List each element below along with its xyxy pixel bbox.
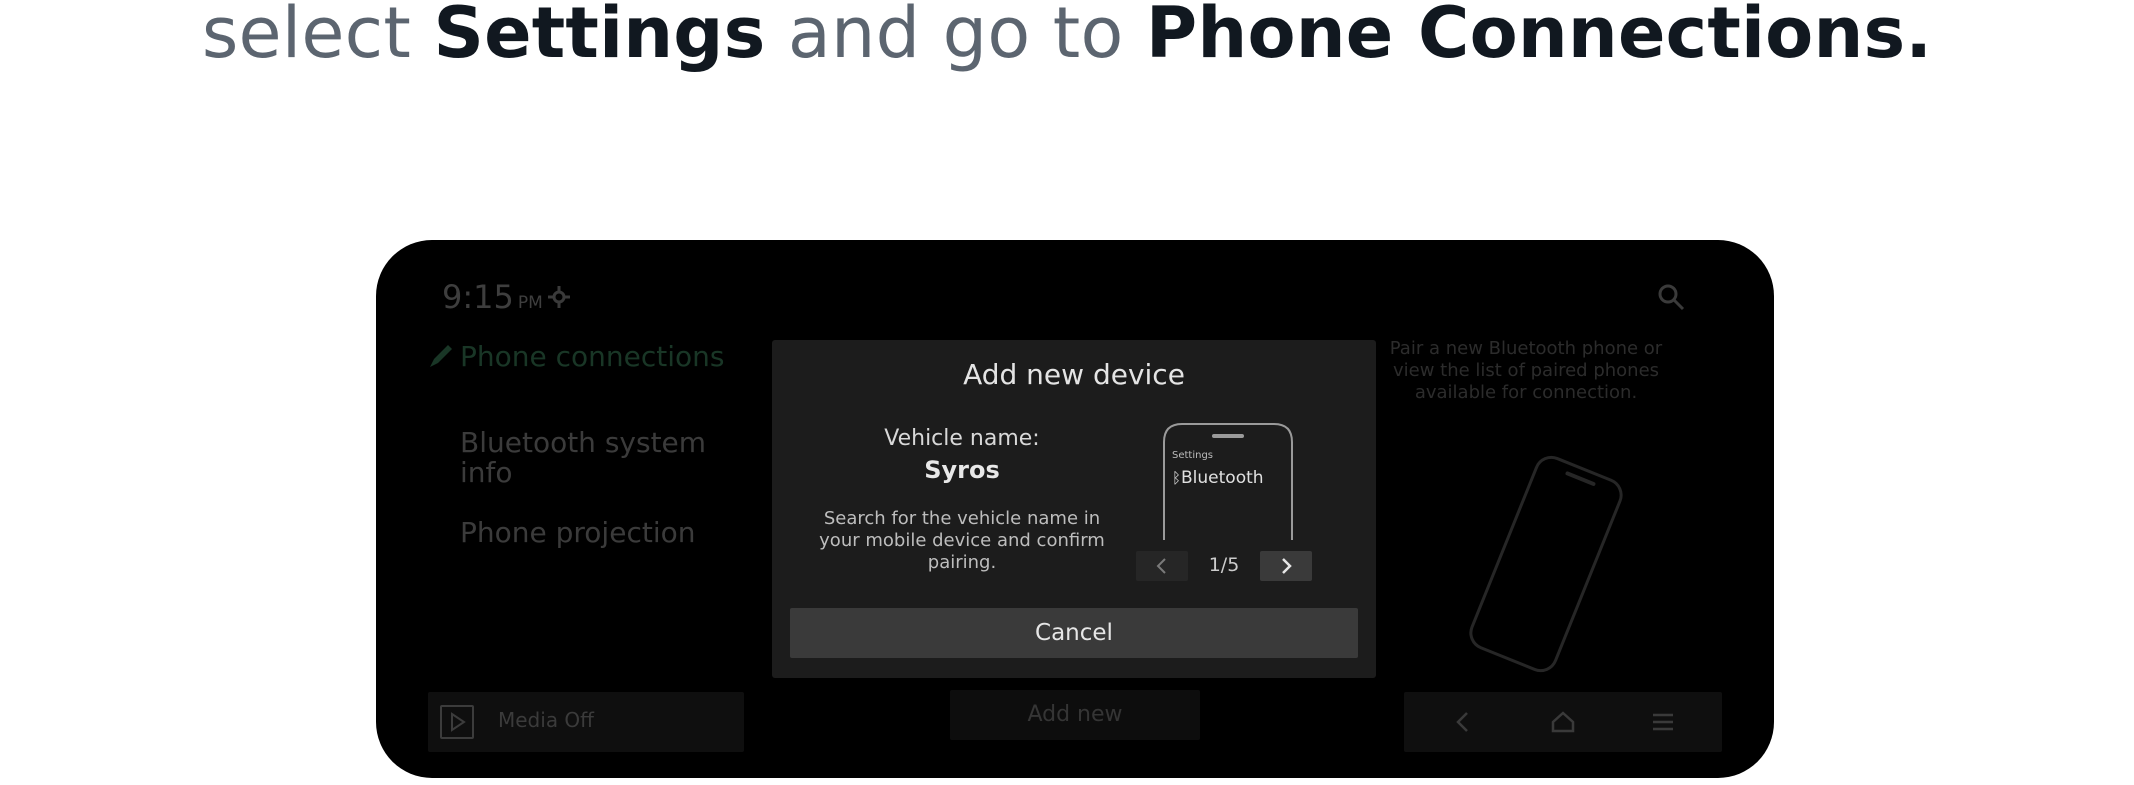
illustration-settings-label: Settings: [1172, 450, 1214, 461]
dialog-title: Add new device: [963, 358, 1185, 391]
dialog-description: Search for the vehicle name in your mobi…: [819, 508, 1105, 573]
search-icon[interactable]: [1656, 282, 1686, 312]
sidebar-item-phone-connections[interactable]: Phone connections: [460, 342, 750, 372]
back-arrow-icon[interactable]: [1448, 707, 1478, 737]
headline-phone-connections: Phone Connections.: [1145, 0, 1933, 74]
illustration-bluetooth-label: ᛒBluetooth: [1172, 468, 1264, 488]
pager-next-button[interactable]: [1260, 551, 1312, 581]
status-clock: 9:15 PM: [442, 278, 543, 316]
page: select Settings and go to Phone Connecti…: [0, 0, 2134, 785]
chevron-right-icon: [1282, 558, 1292, 574]
media-label: Media Off: [498, 708, 594, 732]
sidebar-item-bluetooth-system-info[interactable]: Bluetooth system info: [460, 428, 750, 488]
instruction-headline: select Settings and go to Phone Connecti…: [0, 0, 2134, 74]
bluetooth-icon: ᛒ: [1172, 469, 1182, 487]
headline-settings: Settings: [433, 0, 766, 74]
clock-time: 9:15: [442, 278, 514, 316]
headline-part-3: and go to: [765, 0, 1146, 74]
vehicle-name-label: Vehicle name:: [884, 426, 1040, 451]
media-widget[interactable]: Media Off: [428, 692, 744, 752]
bottom-nav-bar: [1404, 692, 1722, 752]
menu-icon[interactable]: [1648, 707, 1678, 737]
cancel-button[interactable]: Cancel: [790, 608, 1358, 658]
clock-ampm: PM: [517, 293, 543, 313]
pencil-icon: [430, 345, 452, 367]
illustration-bluetooth-text: Bluetooth: [1181, 468, 1264, 488]
pager-prev-button[interactable]: [1136, 551, 1188, 581]
chevron-left-icon: [1156, 558, 1166, 574]
add-new-button[interactable]: Add new: [950, 690, 1200, 740]
antenna-sync-icon: [548, 286, 570, 308]
vehicle-name-value: Syros: [924, 456, 1000, 484]
phone-outline-icon: [1469, 455, 1623, 673]
right-panel-description: Pair a new Bluetooth phone or view the l…: [1389, 338, 1663, 403]
home-icon[interactable]: [1548, 707, 1578, 737]
pager-indicator: 1/5: [1208, 554, 1240, 576]
headline-part-1: select: [201, 0, 434, 74]
sidebar-item-phone-projection[interactable]: Phone projection: [460, 518, 750, 548]
play-icon: [440, 705, 474, 739]
infotainment-screen: 9:15 PM Phone connections Bluetooth syste…: [376, 240, 1774, 778]
add-new-device-dialog: Add new device Vehicle name: Syros Searc…: [772, 340, 1376, 678]
